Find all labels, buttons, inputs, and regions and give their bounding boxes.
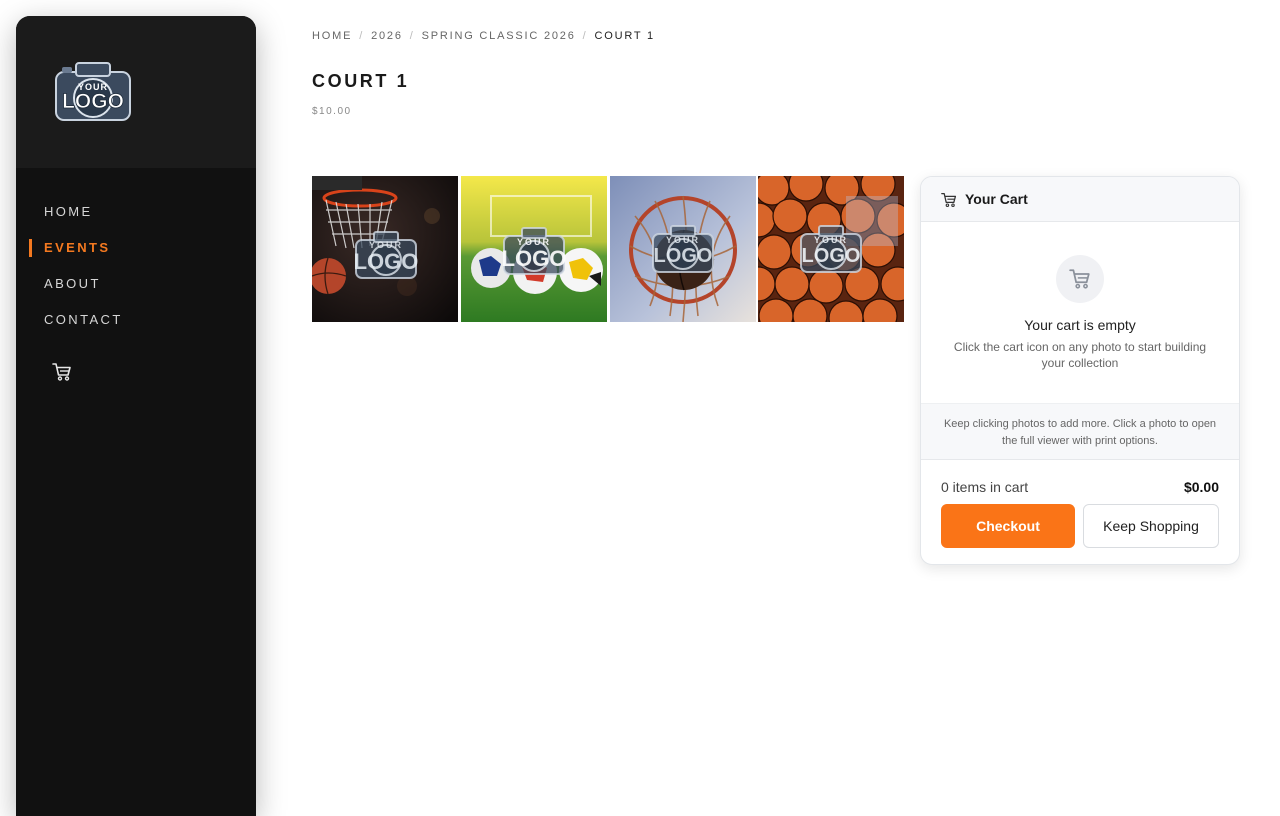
- site-logo[interactable]: YOUR LOGO: [48, 58, 138, 126]
- keep-shopping-button[interactable]: Keep Shopping: [1083, 504, 1219, 548]
- breadcrumb-home[interactable]: HOME: [312, 30, 352, 42]
- breadcrumb-separator: /: [582, 30, 588, 42]
- breadcrumb: HOME / 2026 / SPRING CLASSIC 2026 / COURT 1: [312, 30, 655, 42]
- price: $10.00: [312, 106, 352, 117]
- checkout-button[interactable]: Checkout: [941, 504, 1075, 548]
- photo-thumb[interactable]: YOUR LOGO: [758, 176, 904, 322]
- cart-tip: Keep clicking photos to add more. Click …: [921, 403, 1239, 460]
- logo-area: YOUR LOGO: [16, 16, 256, 168]
- main-nav: HOME EVENTS ABOUT CONTACT: [16, 200, 256, 344]
- page-title: COURT 1: [312, 71, 410, 91]
- breadcrumb-separator: /: [409, 30, 415, 42]
- watermark-text-bottom: LOGO: [654, 245, 713, 267]
- watermark-text-bottom: LOGO: [502, 246, 567, 271]
- photo-thumb[interactable]: YOUR LOGO: [312, 176, 458, 322]
- nav-item-events[interactable]: EVENTS: [16, 236, 256, 272]
- watermark-text-bottom: LOGO: [354, 249, 419, 274]
- cart-item-count: 0 items in cart: [941, 479, 1029, 495]
- empty-cart-subtitle: Click the cart icon on any photo to star…: [953, 340, 1207, 370]
- breadcrumb-separator: /: [359, 30, 365, 42]
- watermark-text-top: YOUR: [666, 235, 700, 245]
- cart-tip-text: Keep clicking photos to add more. Click …: [943, 418, 1217, 447]
- sidebar: YOUR LOGO HOME EVENTS ABOUT CONTACT: [16, 16, 256, 816]
- breadcrumb-event[interactable]: SPRING CLASSIC 2026: [422, 30, 576, 42]
- nav-item-home[interactable]: HOME: [16, 200, 256, 236]
- logo-text-bottom: LOGO: [62, 90, 124, 113]
- empty-cart-icon: [1056, 255, 1104, 303]
- cart-title: Your Cart: [965, 191, 1028, 207]
- nav-item-contact[interactable]: CONTACT: [16, 308, 256, 344]
- cart-icon: [941, 192, 957, 208]
- photo-thumb[interactable]: YOUR LOGO: [461, 176, 607, 322]
- cart-header: Your Cart: [921, 177, 1239, 222]
- photo-gallery: YOUR LOGO YOUR LOGO YOUR LOGO YOUR LOGO: [312, 176, 904, 322]
- breadcrumb-current: COURT 1: [594, 30, 655, 42]
- breadcrumb-year[interactable]: 2026: [371, 30, 403, 42]
- empty-cart-title: Your cart is empty: [1024, 317, 1136, 333]
- watermark-text-bottom: LOGO: [802, 245, 861, 267]
- nav-item-about[interactable]: ABOUT: [16, 272, 256, 308]
- cart-icon[interactable]: [52, 362, 72, 382]
- cart-total: $0.00: [1183, 479, 1219, 495]
- watermark-text-top: YOUR: [814, 235, 848, 245]
- photo-thumb[interactable]: YOUR LOGO: [610, 176, 756, 322]
- cart-panel: Your Cart Your cart is empty Click the c…: [920, 176, 1240, 565]
